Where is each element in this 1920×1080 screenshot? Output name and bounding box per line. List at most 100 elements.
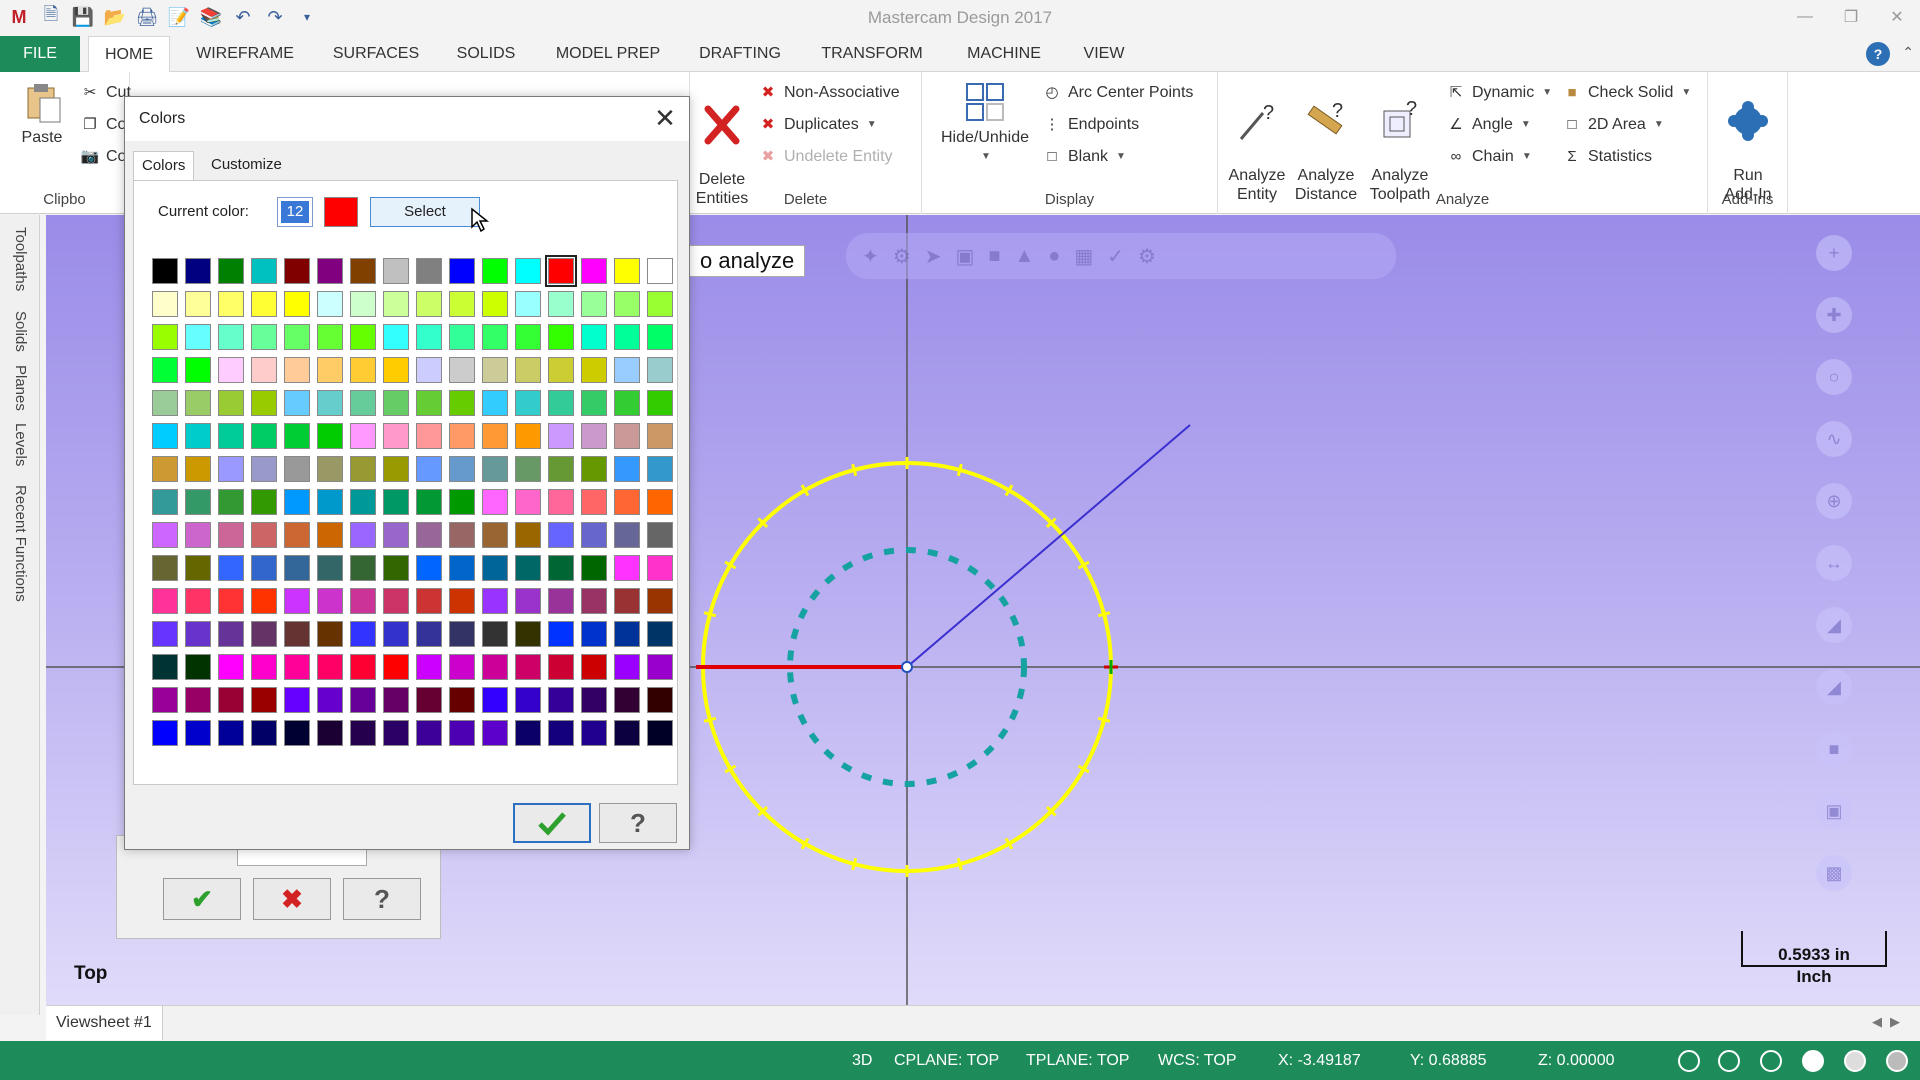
- color-swatch[interactable]: [350, 390, 376, 416]
- color-swatch[interactable]: [614, 621, 640, 647]
- color-swatch[interactable]: [251, 621, 277, 647]
- color-swatch[interactable]: [383, 489, 409, 515]
- color-swatch[interactable]: [581, 522, 607, 548]
- color-swatch[interactable]: [548, 324, 574, 350]
- ok-button[interactable]: [513, 803, 591, 843]
- color-swatch[interactable]: [284, 357, 310, 383]
- color-swatch[interactable]: [647, 522, 673, 548]
- color-swatch[interactable]: [383, 390, 409, 416]
- color-swatch[interactable]: [251, 324, 277, 350]
- color-swatch[interactable]: [515, 555, 541, 581]
- color-swatch[interactable]: [449, 522, 475, 548]
- color-swatch[interactable]: [515, 687, 541, 713]
- color-swatch[interactable]: [416, 522, 442, 548]
- color-swatch[interactable]: [350, 654, 376, 680]
- color-swatch[interactable]: [383, 720, 409, 746]
- color-swatch[interactable]: [317, 258, 343, 284]
- color-swatch[interactable]: [218, 654, 244, 680]
- color-swatch[interactable]: [251, 522, 277, 548]
- color-swatch[interactable]: [185, 654, 211, 680]
- color-swatch[interactable]: [218, 258, 244, 284]
- color-swatch[interactable]: [152, 324, 178, 350]
- color-swatch[interactable]: [218, 555, 244, 581]
- color-swatch[interactable]: [185, 621, 211, 647]
- color-swatch[interactable]: [614, 324, 640, 350]
- color-swatch[interactable]: [416, 654, 442, 680]
- color-swatch[interactable]: [218, 423, 244, 449]
- color-swatch[interactable]: [545, 255, 577, 287]
- color-swatch[interactable]: [515, 357, 541, 383]
- color-swatch[interactable]: [317, 456, 343, 482]
- color-swatch[interactable]: [515, 390, 541, 416]
- save-as-icon[interactable]: 📝: [166, 4, 192, 30]
- tab-colors[interactable]: Colors: [133, 151, 195, 181]
- color-swatch[interactable]: [218, 588, 244, 614]
- color-swatch[interactable]: [482, 621, 508, 647]
- color-swatch[interactable]: [581, 324, 607, 350]
- filter-icon[interactable]: ⚙: [1138, 244, 1156, 269]
- color-swatch[interactable]: [383, 621, 409, 647]
- color-swatch[interactable]: [548, 555, 574, 581]
- color-swatch[interactable]: [581, 588, 607, 614]
- tab-drafting[interactable]: DRAFTING: [692, 36, 788, 72]
- color-swatch[interactable]: [614, 489, 640, 515]
- save-icon[interactable]: 💾: [70, 4, 96, 30]
- target-icon[interactable]: ⊕: [1816, 483, 1852, 519]
- color-swatch[interactable]: [383, 423, 409, 449]
- color-swatch[interactable]: [317, 654, 343, 680]
- color-swatch[interactable]: [647, 621, 673, 647]
- status-mode[interactable]: 3D: [852, 1041, 872, 1080]
- color-swatch[interactable]: [152, 258, 178, 284]
- open-file-icon[interactable]: 📂: [102, 4, 128, 30]
- color-swatch[interactable]: [284, 687, 310, 713]
- color-swatch[interactable]: [515, 456, 541, 482]
- color-swatch[interactable]: [614, 588, 640, 614]
- color-swatch[interactable]: [350, 522, 376, 548]
- color-swatch[interactable]: [416, 720, 442, 746]
- color-swatch[interactable]: [152, 588, 178, 614]
- color-swatch[interactable]: [581, 720, 607, 746]
- new-file-icon[interactable]: 🗎: [38, 4, 64, 30]
- color-swatch[interactable]: [251, 258, 277, 284]
- color-swatch[interactable]: [548, 390, 574, 416]
- color-swatch[interactable]: [185, 489, 211, 515]
- color-swatch[interactable]: [647, 456, 673, 482]
- color-swatch[interactable]: [581, 555, 607, 581]
- color-swatch[interactable]: [251, 555, 277, 581]
- color-swatch[interactable]: [647, 423, 673, 449]
- color-swatch[interactable]: [284, 720, 310, 746]
- color-swatch[interactable]: [614, 555, 640, 581]
- tab-solids[interactable]: SOLIDS: [450, 36, 522, 72]
- color-swatch[interactable]: [614, 357, 640, 383]
- redo-icon[interactable]: ↷: [262, 4, 288, 30]
- ok-button[interactable]: ✔: [163, 878, 241, 920]
- color-swatch[interactable]: [482, 456, 508, 482]
- color-swatch[interactable]: [152, 489, 178, 515]
- cube-icon[interactable]: ■: [1816, 731, 1852, 767]
- color-swatch[interactable]: [317, 522, 343, 548]
- color-swatch[interactable]: [317, 423, 343, 449]
- close-icon[interactable]: ✕: [649, 103, 681, 135]
- ruler-icon[interactable]: ◢: [1816, 607, 1852, 643]
- color-swatch[interactable]: [647, 324, 673, 350]
- color-swatch[interactable]: [185, 720, 211, 746]
- color-swatch[interactable]: [383, 291, 409, 317]
- color-swatch[interactable]: [383, 357, 409, 383]
- color-swatch[interactable]: [449, 720, 475, 746]
- tab-home[interactable]: HOME: [88, 36, 170, 73]
- color-swatch[interactable]: [185, 456, 211, 482]
- color-swatch[interactable]: [251, 489, 277, 515]
- copy-image-button[interactable]: 📷 Co: [80, 144, 127, 170]
- color-swatch[interactable]: [416, 357, 442, 383]
- color-swatch[interactable]: [482, 687, 508, 713]
- color-swatch[interactable]: [284, 621, 310, 647]
- color-swatch[interactable]: [581, 258, 607, 284]
- color-swatch[interactable]: [482, 291, 508, 317]
- color-swatch[interactable]: [383, 555, 409, 581]
- color-swatch[interactable]: [449, 588, 475, 614]
- color-swatch[interactable]: [647, 390, 673, 416]
- color-swatch[interactable]: [218, 621, 244, 647]
- color-swatch[interactable]: [614, 456, 640, 482]
- help-button[interactable]: ?: [343, 878, 421, 920]
- color-swatch[interactable]: [416, 390, 442, 416]
